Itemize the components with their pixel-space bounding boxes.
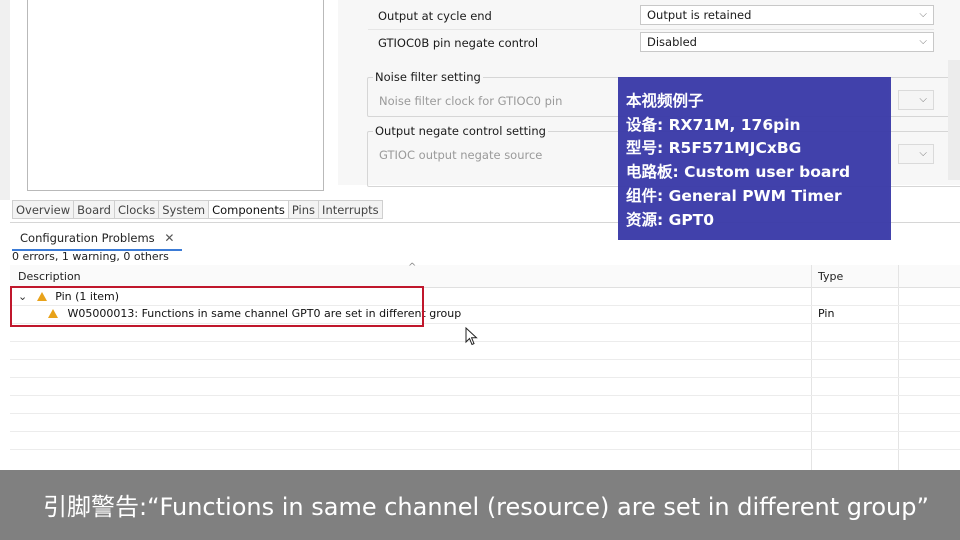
column-type[interactable]: Type (818, 270, 843, 283)
chevron-down-icon: ⌵ (919, 148, 927, 159)
tab-components[interactable]: Components (208, 200, 288, 219)
editor-tabs: Overview Board Clocks System Components … (12, 200, 383, 219)
info-line: 资源: GPT0 (626, 211, 715, 229)
noise-filter-group-title: Noise filter setting (373, 70, 483, 84)
tab-board[interactable]: Board (73, 200, 114, 219)
row-line (10, 449, 960, 450)
tab-pins[interactable]: Pins (287, 200, 319, 219)
row-line (10, 413, 960, 414)
problems-table-header: Description ^ Type (10, 262, 960, 288)
row-line (10, 431, 960, 432)
chevron-down-icon: ⌵ (919, 36, 927, 47)
close-icon[interactable]: ✕ (164, 231, 174, 245)
row-line (10, 395, 960, 396)
noise-filter-clock-select[interactable]: ⌵ (898, 90, 934, 110)
column-separator (898, 265, 899, 470)
chevron-down-icon: ⌵ (919, 94, 927, 105)
highlight-box (10, 286, 424, 327)
left-scrollbar[interactable] (0, 0, 10, 200)
row-divider (368, 29, 934, 30)
info-line: 电路板: Custom user board (626, 163, 851, 181)
mouse-cursor-icon (465, 327, 478, 346)
problems-summary: 0 errors, 1 warning, 0 others (12, 250, 169, 263)
column-separator (811, 265, 812, 470)
problem-item-type: Pin (818, 307, 835, 320)
caption-text: 引脚警告:“Functions in same channel (resourc… (43, 493, 929, 521)
tab-system[interactable]: System (158, 200, 209, 219)
row-line (10, 341, 960, 342)
negate-control-label: GTIOC0B pin negate control (378, 36, 539, 50)
chevron-down-icon: ⌵ (919, 9, 927, 20)
tab-interrupts[interactable]: Interrupts (318, 200, 383, 219)
row-line (10, 377, 960, 378)
properties-scrollbar[interactable] (948, 60, 960, 180)
tab-overview[interactable]: Overview (12, 200, 74, 219)
output-cycle-end-value: Output is retained (647, 8, 752, 22)
negate-control-select[interactable]: Disabled ⌵ (640, 32, 934, 52)
info-line: 型号: R5F571MJCxBG (626, 139, 802, 157)
row-line (10, 359, 960, 360)
info-line: 设备: RX71M, 176pin (626, 116, 801, 134)
configuration-problems-title: Configuration Problems (20, 231, 155, 245)
caption-bar: 引脚警告:“Functions in same channel (resourc… (0, 470, 960, 540)
info-line: 组件: General PWM Timer (626, 187, 842, 205)
output-cycle-end-select[interactable]: Output is retained ⌵ (640, 5, 934, 25)
noise-filter-clock-label: Noise filter clock for GTIOC0 pin (379, 94, 563, 108)
output-negate-group-title: Output negate control setting (373, 124, 548, 138)
negate-control-value: Disabled (647, 35, 697, 49)
negate-source-select[interactable]: ⌵ (898, 144, 934, 164)
column-description[interactable]: Description (18, 270, 81, 283)
info-overlay: 本视频例子 设备: RX71M, 176pin 型号: R5F571MJCxBG… (618, 77, 891, 240)
negate-source-label: GTIOC output negate source (379, 148, 543, 162)
configuration-problems-tab[interactable]: Configuration Problems ✕ (12, 227, 183, 251)
output-cycle-end-label: Output at cycle end (378, 9, 492, 23)
tab-clocks[interactable]: Clocks (113, 200, 159, 219)
info-line: 本视频例子 (626, 92, 704, 110)
component-tree-pane[interactable] (27, 0, 324, 191)
sort-ascending-icon: ^ (408, 262, 417, 273)
